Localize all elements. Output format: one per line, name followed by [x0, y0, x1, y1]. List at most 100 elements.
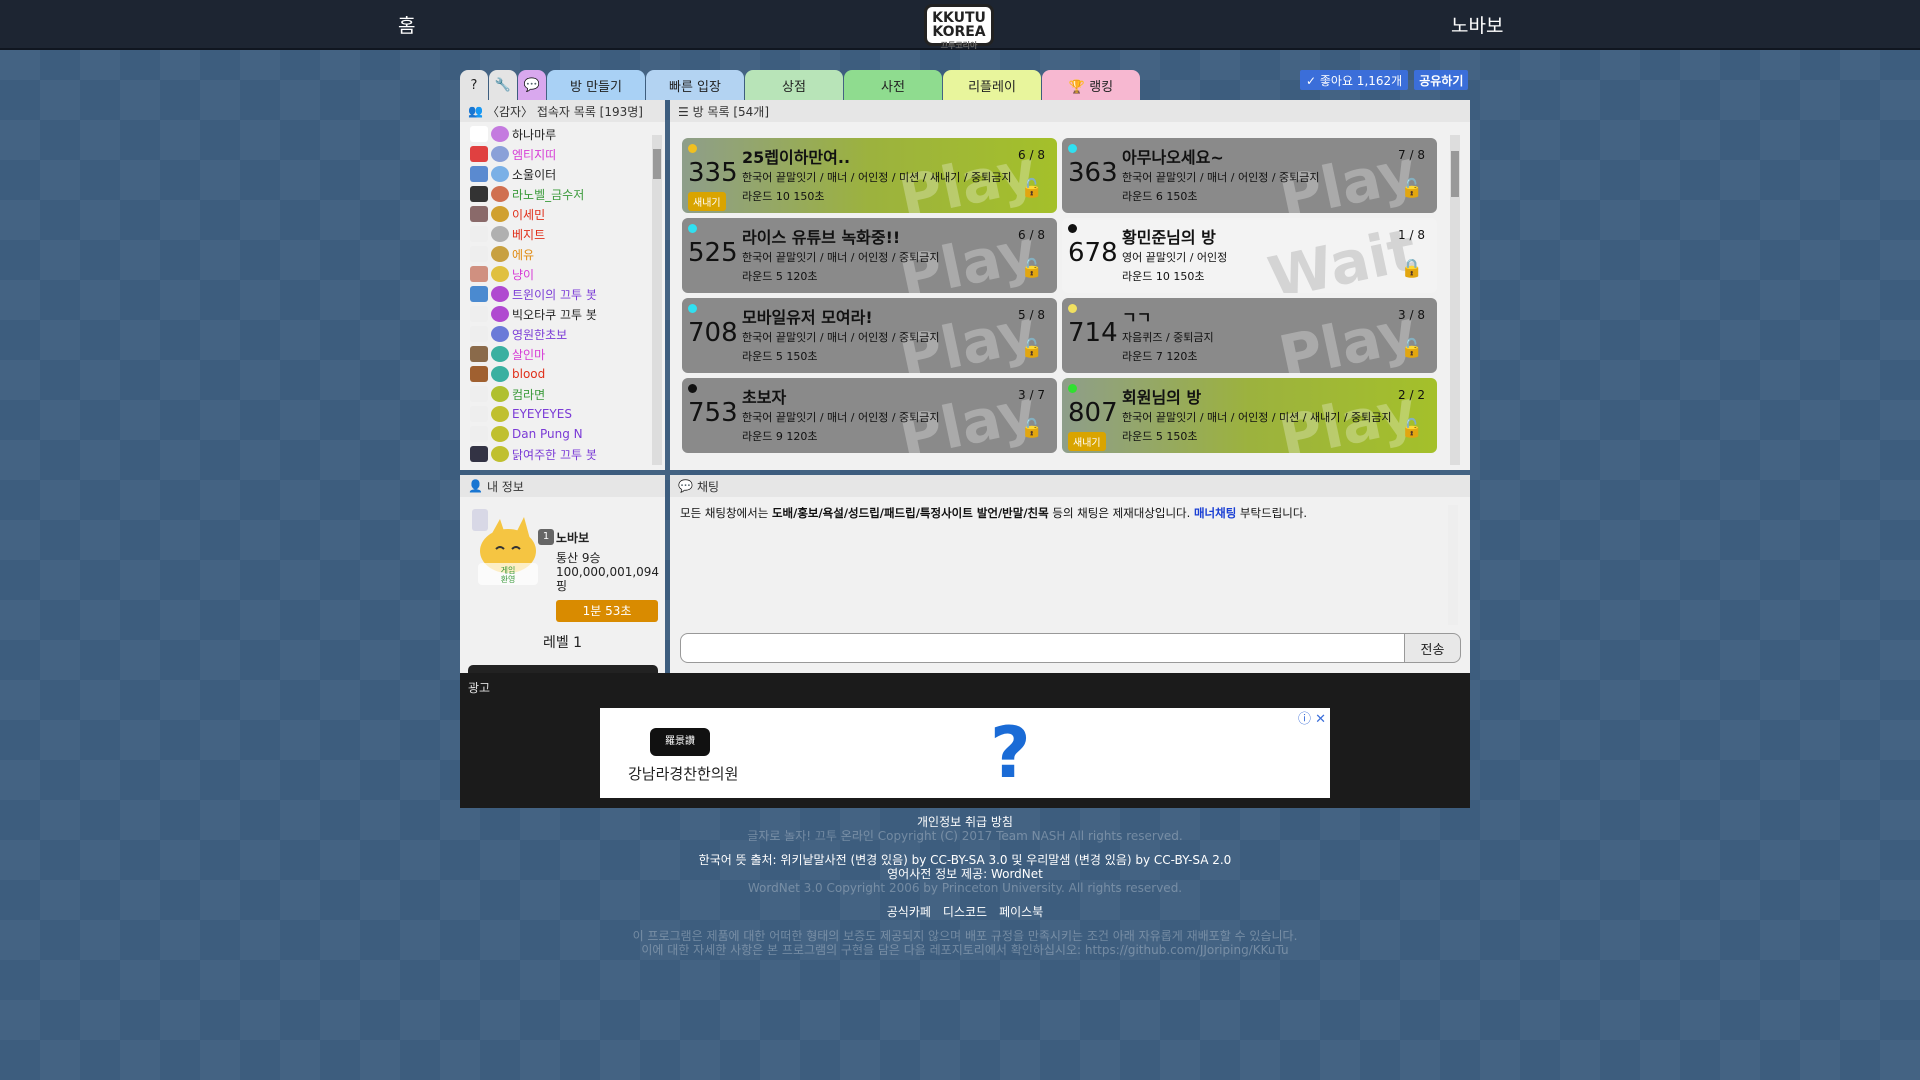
room-card[interactable]: Play 807 회원님의 방 한국어 끝말잇기 / 매너 / 어인정 / 미션 / … [1062, 378, 1437, 453]
user-level-icon [491, 366, 509, 382]
ad-banner[interactable]: 羅景讚 강남라경찬한의원 ? ⓘ ✕ [600, 708, 1330, 798]
chat-input[interactable] [680, 633, 1405, 663]
room-status-dot [688, 304, 697, 313]
menu-button-7[interactable]: 리플레이 [943, 70, 1041, 100]
chat-scrollbar[interactable] [1448, 505, 1458, 625]
avatar [470, 306, 488, 322]
chat-notice-text-mid: 등의 채팅은 제재대상입니다. [1048, 506, 1194, 520]
user-list-item[interactable]: Dan Pung N [470, 424, 665, 444]
wrench-menu-button[interactable]: 🔧 [489, 70, 517, 100]
menu-label: 방 만들기 [570, 79, 622, 95]
room-status-dot [1068, 224, 1077, 233]
play-timer: 1분 53초 [556, 600, 658, 622]
chat-send-button[interactable]: 전송 [1405, 633, 1461, 663]
help-menu-button[interactable]: ? [460, 70, 488, 100]
user-list-item[interactable]: 트윈이의 끄투 봇 [470, 284, 665, 304]
ad-brand: 강남라경찬한의원 [628, 765, 739, 783]
avatar [470, 206, 488, 222]
profile-level: 레벨 1 [542, 635, 583, 651]
nav-home-link[interactable]: 홈 [398, 11, 415, 38]
user-name: 베지트 [512, 227, 546, 242]
user-list-scrollbar[interactable] [652, 135, 662, 465]
profile-wins: 통산 9승 [556, 551, 601, 565]
menu-label: 상점 [782, 79, 806, 95]
chat-bubble-menu-button[interactable]: 💬 [518, 70, 546, 100]
game-menu-bar: ? 🔧 💬 방 만들기 빠른 입장 상점 사전 리플레이 🏆 랭킹 [460, 70, 1141, 100]
footer-link[interactable]: 공식카페 [887, 905, 931, 919]
like-button[interactable]: ✓ 좋아요 1,162개 [1300, 70, 1409, 90]
room-list-scrollbar[interactable] [1450, 135, 1460, 465]
chat-title: 채팅 [696, 479, 720, 494]
chat-bubble-icon: 💬 [678, 479, 693, 493]
room-card[interactable]: Play 753 초보자 한국어 끝말잇기 / 매너 / 어인정 / 중퇴금지 라운드 … [682, 378, 1057, 453]
room-list-scroll-thumb[interactable] [1451, 151, 1459, 197]
user-list-item[interactable]: blood [470, 364, 665, 384]
room-player-count: 7 / 8 [1398, 148, 1425, 162]
user-list-item[interactable]: 이세민 [470, 204, 665, 224]
chat-notice: 모든 채팅창에서는 도배/홍보/욕설/성드립/패드립/특정사이트 발언/반말/친… [680, 505, 1307, 521]
user-list: 하나마루 엠티지띠 소울이터 라노벨_금수저 이세민베지트에유 냥이 트윈이의 끄투 봇 빅오… [460, 122, 665, 464]
user-list-item[interactable]: 살인마 [470, 344, 665, 364]
footer-link[interactable]: 페이스북 [999, 905, 1043, 919]
footer-links: 공식카페 디스코드 페이스북 [460, 905, 1470, 919]
menu-button-3[interactable]: 방 만들기 [547, 70, 645, 100]
nav-user-link[interactable]: 노바보 [1451, 11, 1503, 38]
menu-button-5[interactable]: 상점 [745, 70, 843, 100]
user-list-item[interactable]: 영원한초보 [470, 324, 665, 344]
room-card[interactable]: Play 363 아무나오세요~ 한국어 끝말잇기 / 매너 / 어인정 / 중퇴금지… [1062, 138, 1437, 213]
level-badge: 1 [538, 529, 554, 545]
room-card[interactable]: Play 714 ㄱㄱ 자음퀴즈 / 중퇴금지 라운드 7 120초 3 / 8 🔓 [1062, 298, 1437, 373]
user-list-item[interactable]: EYEYEYES [470, 404, 665, 424]
dictionary-source: 한국어 뜻 출처: 위키낱말사전 (변경 있음) by CC-BY-SA 3.0… [698, 853, 1232, 867]
user-level-icon [491, 326, 509, 342]
my-info-header: 👤 내 정보 [460, 475, 665, 497]
user-list-item[interactable]: 컴라면 [470, 384, 665, 404]
user-list-scroll-thumb[interactable] [653, 149, 661, 179]
room-player-count: 6 / 8 [1018, 228, 1045, 242]
room-card[interactable]: Play 335 25렙이하만여.. 한국어 끝말잇기 / 매너 / 어인정 / 미션… [682, 138, 1057, 213]
room-round: 라운드 6 150초 [1122, 190, 1198, 203]
user-list-item[interactable]: 닭여주한 끄투 봇 [470, 444, 665, 464]
trophy-icon: 🏆 랭킹 [1068, 79, 1114, 95]
room-status-dot [1068, 304, 1077, 313]
room-card[interactable]: Play 708 모바일유저 모여라! 한국어 끝말잇기 / 매너 / 어인정 / 중… [682, 298, 1057, 373]
avatar [470, 386, 488, 402]
user-list-item[interactable]: 빅오타쿠 끄투 봇 [470, 304, 665, 324]
user-list-item[interactable]: 하나마루 [470, 124, 665, 144]
wrench-icon: 🔧 [494, 77, 512, 93]
user-list-item[interactable]: 베지트 [470, 224, 665, 244]
user-list-item[interactable]: 냥이 [470, 264, 665, 284]
privacy-link[interactable]: 개인정보 취급 방침 [460, 815, 1470, 829]
room-card[interactable]: Play 525 라이스 유튜브 녹화중!! 한국어 끝말잇기 / 매너 / 어인정 … [682, 218, 1057, 293]
room-round: 라운드 9 120초 [742, 430, 818, 443]
menu-button-4[interactable]: 빠른 입장 [646, 70, 744, 100]
chat-notice-highlight: 매너채팅 [1193, 506, 1237, 520]
user-list-item[interactable]: 엠티지띠 [470, 144, 665, 164]
room-tag: 새내기 [1068, 432, 1106, 451]
room-card[interactable]: Wait 678 황민준님의 방 영어 끝말잇기 / 어인정 라운드 10 150초 1 … [1062, 218, 1437, 293]
avatar [470, 226, 488, 242]
room-number: 363 [1068, 158, 1118, 188]
room-number: 335 [688, 158, 738, 188]
user-level-icon [491, 126, 509, 142]
site-logo[interactable]: KKUTU KOREA 끄투코리아 [924, 4, 994, 50]
chat-notice-text-end: 부탁드립니다. [1236, 506, 1308, 520]
english-dictionary-source: 영어사전 정보 제공: WordNet [887, 867, 1043, 881]
my-info-body: 게임 환영 1 노바보 통산 9승 100,000,001,094 핑 1분 5… [460, 497, 665, 691]
room-status-dot [1068, 384, 1077, 393]
room-number: 753 [688, 398, 738, 428]
ad-close-icon[interactable]: ⓘ ✕ [1298, 708, 1326, 727]
share-button[interactable]: 공유하기 [1414, 70, 1469, 90]
user-list-item[interactable]: 소울이터 [470, 164, 665, 184]
room-mode: 영어 끝말잇기 / 어인정 [1122, 251, 1228, 264]
disclaimer-2: 이에 대한 자세한 사항은 본 프로그램의 구현을 담은 다음 레포지토리에서 … [641, 943, 1289, 957]
menu-button-6[interactable]: 사전 [844, 70, 942, 100]
trophy-menu-button[interactable]: 🏆 랭킹 [1042, 70, 1140, 100]
user-name: blood [512, 367, 546, 381]
help-icon: ? [470, 77, 478, 93]
avatar [470, 326, 488, 342]
user-list-item[interactable]: 라노벨_금수저 [470, 184, 665, 204]
footer-link[interactable]: 디스코드 [943, 905, 987, 919]
user-list-item[interactable]: 에유 [470, 244, 665, 264]
room-round: 라운드 5 120초 [742, 270, 818, 283]
